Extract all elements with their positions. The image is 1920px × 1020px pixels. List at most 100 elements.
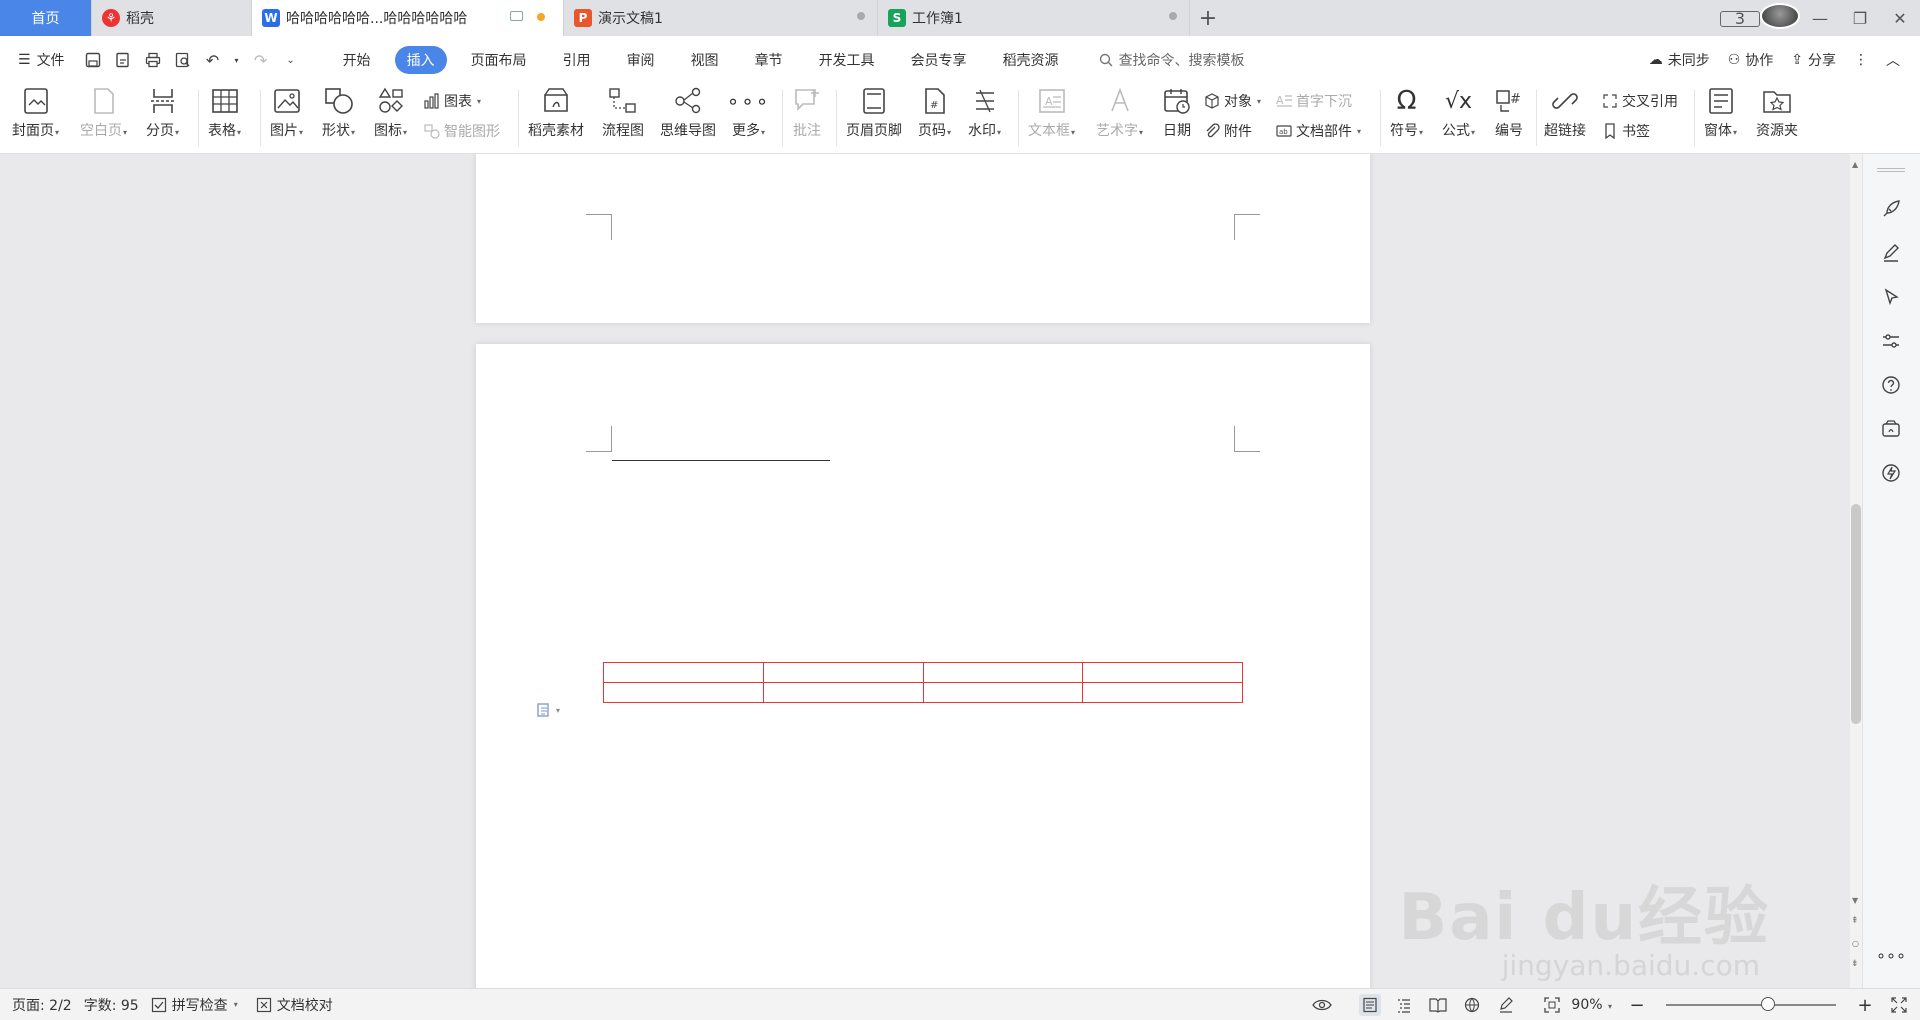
table-cell[interactable] [922, 682, 1084, 703]
drop-cap-button[interactable]: A 首字下沉 [1276, 90, 1352, 112]
tab-view[interactable]: 视图 [679, 46, 731, 74]
zoom-out-icon[interactable]: − [1626, 994, 1648, 1016]
tab-presentation[interactable]: P 演示文稿1 [564, 0, 878, 36]
document-workspace[interactable]: ▾ Bai du经验 jingyan.baidu.com [0, 154, 1850, 988]
spell-check-button[interactable]: 拼写检查 ▾ [151, 995, 238, 1015]
cover-page-button[interactable]: 封面页▾ [12, 86, 59, 146]
table-button[interactable]: 表格▾ [208, 86, 241, 146]
mindmap-button[interactable]: 思维导图 [660, 86, 716, 146]
proofread-button[interactable]: 文档校对 [256, 995, 333, 1015]
page-view-icon[interactable] [1359, 994, 1382, 1016]
icon-button[interactable]: 图标▾ [374, 86, 407, 146]
table-cell[interactable] [922, 662, 1084, 683]
restore-icon[interactable]: ❐ [1840, 9, 1880, 28]
tab-start[interactable]: 开始 [331, 46, 383, 74]
tab-close-icon[interactable] [857, 12, 865, 20]
tab-writer-document[interactable]: W 哈哈哈哈哈哈...哈哈哈哈哈哈 [252, 0, 564, 36]
tab-insert[interactable]: 插入 [394, 46, 447, 74]
pen-edit-icon[interactable] [1880, 242, 1902, 264]
hyperlink-button[interactable]: 超链接 [1544, 86, 1586, 146]
new-tab-plus-icon[interactable]: + [1190, 0, 1226, 36]
outline-view-icon[interactable] [1393, 994, 1415, 1016]
redo-icon[interactable]: ↷ [251, 50, 271, 70]
numbering-button[interactable]: # 编号 [1494, 86, 1524, 146]
tab-spreadsheet[interactable]: S 工作簿1 [878, 0, 1190, 36]
table-cell[interactable] [603, 662, 764, 683]
close-window-icon[interactable]: ✕ [1880, 9, 1920, 28]
page-indicator[interactable]: 页面: 2/2 [12, 995, 72, 1015]
table-cell[interactable] [1082, 662, 1243, 683]
window-count-button[interactable]: 3 [1720, 9, 1760, 28]
header-footer-button[interactable]: 页眉页脚 [846, 86, 902, 146]
rocket-icon[interactable] [1880, 198, 1902, 220]
resource-folder-button[interactable]: 资源夹 [1756, 86, 1798, 146]
formula-button[interactable]: √x 公式▾ [1442, 86, 1475, 146]
undo-dropdown-icon[interactable]: ▾ [233, 50, 241, 70]
select-browse-icon[interactable]: ○ [1852, 939, 1859, 948]
table-cell[interactable] [603, 682, 764, 703]
scroll-up-icon[interactable]: ▲ [1852, 160, 1858, 169]
prev-page-icon[interactable]: ⇞ [1851, 916, 1859, 926]
flowchart-button[interactable]: 流程图 [602, 86, 644, 146]
zoom-slider-thumb[interactable] [1761, 997, 1775, 1011]
document-page-2[interactable]: ▾ [476, 344, 1370, 988]
fullscreen-icon[interactable] [1888, 994, 1910, 1016]
next-page-icon[interactable]: ⇟ [1851, 959, 1859, 969]
docer-store-icon[interactable] [1880, 418, 1902, 440]
web-layout-icon[interactable] [1461, 994, 1483, 1016]
more-options-icon[interactable]: ∘∘∘ [1876, 944, 1906, 966]
zoom-level[interactable]: 90% ▾ [1571, 997, 1612, 1013]
export-pdf-icon[interactable] [113, 50, 133, 70]
document-page-1[interactable] [476, 154, 1370, 323]
scroll-down-icon[interactable]: ▼ [1852, 896, 1858, 905]
print-preview-icon[interactable] [173, 50, 193, 70]
page-number-button[interactable]: # 页码▾ [918, 86, 951, 146]
comment-button[interactable]: 批注 [792, 86, 822, 146]
tab-close-icon[interactable] [1169, 12, 1177, 20]
watermark-button[interactable]: 水印▾ [968, 86, 1001, 146]
annotate-pen-icon[interactable] [1495, 994, 1517, 1016]
file-menu-button[interactable]: ☰ 文件 [0, 50, 65, 70]
eye-protection-icon[interactable] [1311, 994, 1333, 1016]
monitor-icon[interactable] [510, 11, 523, 21]
table-cell[interactable] [762, 662, 924, 683]
scrollbar-thumb[interactable] [1851, 504, 1861, 724]
user-avatar[interactable] [1760, 3, 1800, 33]
panel-grip-icon[interactable] [1877, 168, 1905, 172]
minimize-icon[interactable]: — [1800, 9, 1840, 28]
reading-mode-icon[interactable] [1427, 994, 1449, 1016]
doc-parts-button[interactable]: ab 文档部件 ▾ [1276, 120, 1361, 142]
smart-art-button[interactable]: 智能图形 [424, 120, 500, 142]
save-icon[interactable] [83, 50, 103, 70]
command-search[interactable]: 查找命令、搜索模板 [1099, 50, 1245, 70]
tab-references[interactable]: 引用 [551, 46, 603, 74]
share-button[interactable]: ⇪ 分享 [1791, 50, 1836, 70]
tab-home[interactable]: 首页 [0, 0, 92, 36]
tab-review[interactable]: 审阅 [615, 46, 667, 74]
more-button[interactable]: ∘∘∘ 更多▾ [727, 86, 769, 146]
lightning-icon[interactable] [1880, 462, 1902, 484]
table-cell[interactable] [762, 682, 924, 703]
textbox-button[interactable]: A 文本框▾ [1028, 86, 1075, 146]
tab-developer[interactable]: 开发工具 [807, 46, 887, 74]
chart-button[interactable]: 图表 ▾ [424, 90, 481, 112]
cursor-select-icon[interactable] [1880, 286, 1902, 308]
document-table[interactable] [603, 662, 1243, 703]
table-cell[interactable] [1082, 682, 1243, 703]
print-icon[interactable] [143, 50, 163, 70]
paste-options-icon[interactable]: ▾ [536, 702, 560, 718]
tab-member[interactable]: 会员专享 [899, 46, 979, 74]
tab-sections[interactable]: 章节 [743, 46, 795, 74]
collab-button[interactable]: ⚇ 协作 [1728, 50, 1774, 70]
tab-page-layout[interactable]: 页面布局 [459, 46, 539, 74]
form-window-button[interactable]: 窗体▾ [1704, 86, 1737, 146]
shape-button[interactable]: 形状▾ [322, 86, 355, 146]
date-button[interactable]: 日期 [1162, 86, 1192, 146]
picture-button[interactable]: 图片▾ [270, 86, 303, 146]
customize-toolbar-icon[interactable]: ⌄ [281, 50, 301, 70]
sliders-settings-icon[interactable] [1880, 330, 1902, 352]
wordart-button[interactable]: 艺术字▾ [1096, 86, 1143, 146]
vertical-scrollbar[interactable]: ▲ ▼ ⇞ ○ ⇟ [1850, 154, 1862, 988]
blank-page-button[interactable]: 空白页▾ [80, 86, 127, 146]
fit-page-icon[interactable] [1541, 994, 1563, 1016]
